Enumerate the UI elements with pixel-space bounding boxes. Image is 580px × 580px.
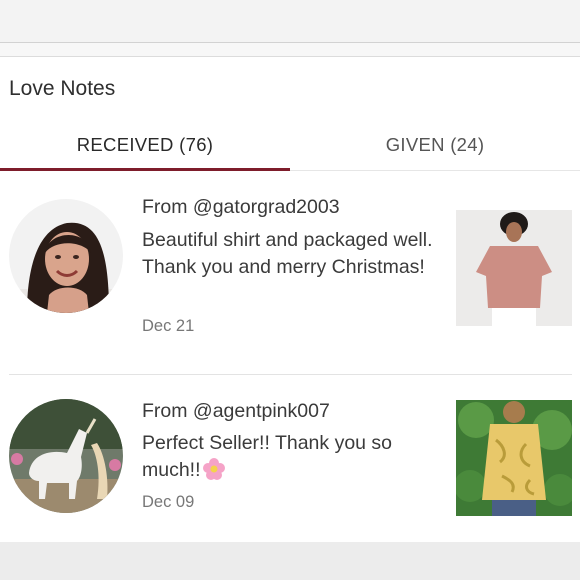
note-divider [9,374,572,375]
tab-given[interactable]: GIVEN (24) [290,120,580,170]
flower-emoji-icon [202,458,225,480]
tab-bar: RECEIVED (76) GIVEN (24) [0,120,580,171]
tab-received[interactable]: RECEIVED (76) [0,120,290,171]
avatar-unicorn-image [9,399,123,513]
active-tab-indicator [0,168,290,171]
tab-given-label: GIVEN (24) [385,134,485,155]
tab-received-label: RECEIVED (76) [76,134,214,155]
note-message-text: Perfect Seller!! Thank you so much!! [142,432,393,481]
top-bar [0,0,580,43]
bottom-band [0,542,580,580]
section-title: Love Notes [9,77,116,100]
note-date: Dec 21 [142,317,195,335]
listing-thumbnail[interactable] [456,210,572,326]
note-message: Perfect Seller!! Thank you so much!! [142,430,442,484]
listing-thumbnail[interactable] [456,400,572,516]
listing-photo-image [456,400,572,516]
love-notes-panel: Love Notes RECEIVED (76) GIVEN (24) From… [0,57,580,542]
note-message: Beautiful shirt and packaged well. Thank… [142,229,433,278]
note-date: Dec 09 [142,493,195,511]
note-sender[interactable]: From @gatorgrad2003 [142,196,340,219]
avatar[interactable] [9,199,123,313]
top-bar-spacer [0,43,580,57]
avatar[interactable] [9,399,123,513]
listing-photo-image [456,210,572,326]
note-sender[interactable]: From @agentpink007 [142,400,330,423]
avatar-portrait-image [9,199,123,313]
